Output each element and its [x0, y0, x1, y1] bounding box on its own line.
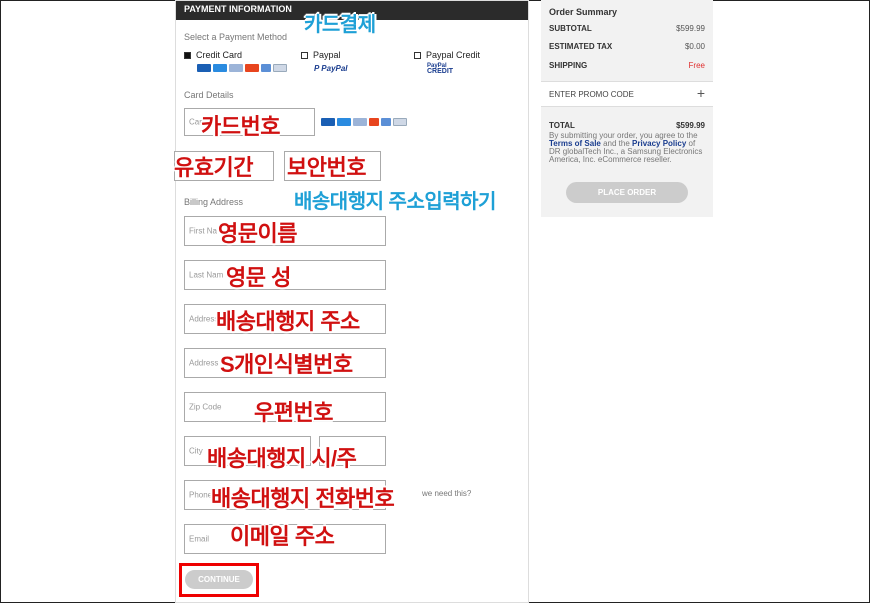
- shipping-value: Free: [688, 61, 705, 70]
- address2-placeholder: Address: [189, 358, 219, 368]
- annotation-expiry: 유효기간: [174, 155, 253, 180]
- total-row: TOTAL $599.99: [549, 121, 705, 130]
- tax-row: ESTIMATED TAX $0.00: [549, 42, 705, 51]
- annotation-shipping-address-input: 배송대행지 주소입력하기: [294, 191, 496, 213]
- card-logos: [197, 64, 287, 72]
- mastercard-icon: [369, 118, 379, 126]
- mastercard-icon: [245, 64, 259, 72]
- promo-code-toggle[interactable]: ENTER PROMO CODE +: [541, 81, 713, 107]
- annotation-phone: 배송대행지 전화번호: [211, 486, 395, 511]
- total-label: TOTAL: [549, 121, 575, 130]
- annotation-zip: 우편번호: [254, 400, 333, 425]
- order-summary: Order Summary SUBTOTAL $599.99 ESTIMATED…: [541, 0, 713, 217]
- annotation-city-state: 배송대행지 시/주: [207, 446, 357, 471]
- card-icon: [353, 118, 367, 126]
- annotation-personal-id: S개인식별번호: [220, 352, 353, 377]
- order-summary-title: Order Summary: [549, 7, 618, 17]
- continue-highlight: CONTINUE: [179, 563, 259, 597]
- annotation-last-name: 영문 성: [226, 265, 291, 290]
- paypal-credit-checkbox[interactable]: [414, 51, 421, 59]
- select-method-label: Select a Payment Method: [184, 32, 288, 42]
- last-name-placeholder: Last Nam: [189, 270, 224, 280]
- paypal-logo-text: PayPal: [321, 64, 348, 73]
- annotation-first-name: 영문이름: [218, 221, 297, 246]
- address1-placeholder: Address: [189, 314, 219, 324]
- tax-label: ESTIMATED TAX: [549, 42, 613, 51]
- method-credit-card[interactable]: Credit Card: [184, 50, 242, 60]
- order-disclaimer: By submitting your order, you agree to t…: [549, 132, 705, 164]
- visa-icon: [321, 118, 335, 126]
- phone-why-link[interactable]: we need this?: [422, 489, 471, 498]
- visa-icon: [197, 64, 211, 72]
- annotation-card-payment: 카드결제: [304, 14, 376, 36]
- shipping-label: SHIPPING: [549, 61, 588, 70]
- card-icon: [393, 118, 407, 126]
- zip-code-placeholder: Zip Code: [189, 402, 222, 412]
- credit-card-checkbox[interactable]: [184, 51, 191, 59]
- billing-address-label: Billing Address: [184, 197, 244, 207]
- subtotal-value: $599.99: [676, 24, 705, 33]
- plus-icon[interactable]: +: [697, 85, 705, 101]
- promo-code-label: ENTER PROMO CODE: [549, 90, 634, 99]
- total-value: $599.99: [676, 121, 705, 130]
- paypal-logo: P PayPal: [314, 64, 348, 73]
- annotation-card-number: 카드번호: [201, 114, 280, 139]
- annotation-email: 이메일 주소: [230, 524, 335, 549]
- first-name-placeholder: First Na: [189, 226, 217, 236]
- paypal-credit-label: Paypal Credit: [426, 50, 481, 60]
- credit-card-label: Credit Card: [196, 50, 243, 60]
- accepted-cards: [321, 118, 407, 126]
- card-details-label: Card Details: [184, 90, 234, 100]
- place-order-button[interactable]: PLACE ORDER: [566, 182, 688, 203]
- email-placeholder: Email: [189, 534, 210, 544]
- phone-placeholder: Phone: [189, 490, 213, 500]
- paypal-credit-logo-bottom: CREDIT: [427, 68, 454, 75]
- paypal-checkbox[interactable]: [301, 51, 308, 59]
- amex-icon: [337, 118, 351, 126]
- city-placeholder: City: [189, 446, 203, 456]
- card-icon: [261, 64, 271, 72]
- card-icon: [273, 64, 287, 72]
- paypal-label: Paypal: [313, 50, 341, 60]
- card-icon: [229, 64, 243, 72]
- amex-icon: [213, 64, 227, 72]
- annotation-security-code: 보안번호: [287, 155, 366, 180]
- card-icon: [381, 118, 391, 126]
- continue-button[interactable]: CONTINUE: [185, 570, 253, 589]
- subtotal-row: SUBTOTAL $599.99: [549, 24, 705, 33]
- method-paypal-credit[interactable]: Paypal Credit: [414, 50, 480, 60]
- subtotal-label: SUBTOTAL: [549, 24, 592, 33]
- tax-value: $0.00: [684, 42, 705, 51]
- paypal-credit-logo: PayPal CREDIT: [427, 63, 453, 75]
- annotation-address: 배송대행지 주소: [216, 309, 360, 334]
- shipping-row: SHIPPING Free: [549, 61, 705, 70]
- method-paypal[interactable]: Paypal: [301, 50, 341, 60]
